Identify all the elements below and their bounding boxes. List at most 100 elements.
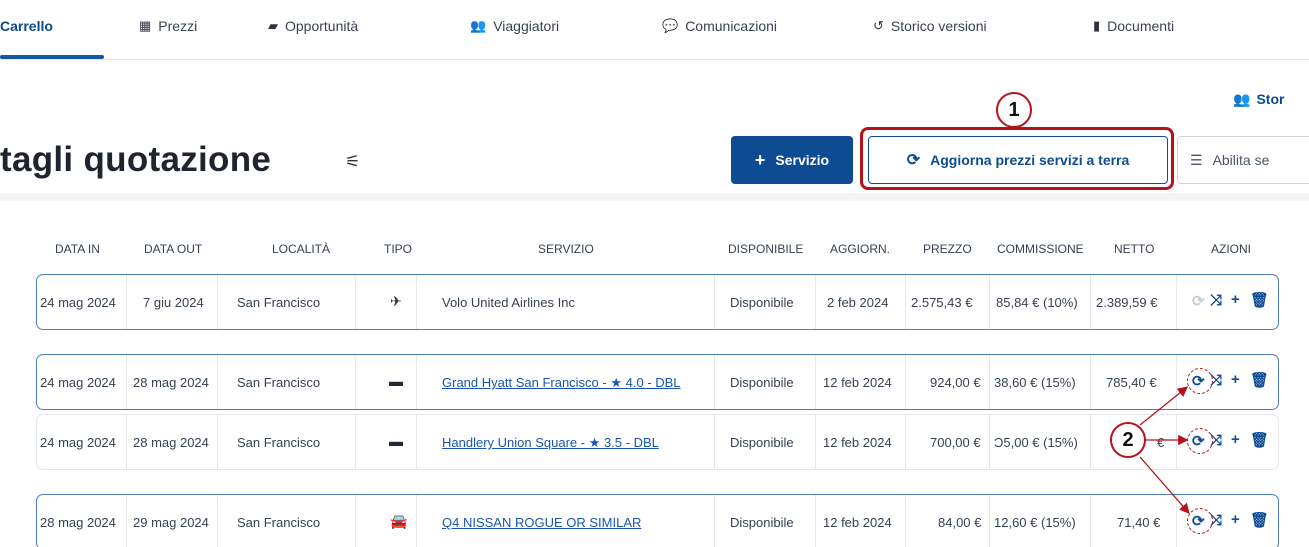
plus-icon: + (754, 149, 766, 170)
car-icon: 🚘 (390, 513, 408, 529)
tab-carrello[interactable]: Carrello (0, 18, 53, 34)
tab-documenti[interactable]: ▮ Documenti (1093, 18, 1174, 34)
cell-localita: San Francisco (237, 515, 321, 530)
page-title: tagli quotazione (0, 140, 272, 179)
annotation-ring (1187, 508, 1213, 534)
add-service-button[interactable]: + Servizio (731, 136, 853, 184)
cell-aggiorn: 12 feb 2024 (823, 435, 892, 450)
cell-disponibile: Disponibile (730, 515, 794, 530)
users-icon: 👥 (1233, 91, 1251, 107)
cell-aggiorn: 2 feb 2024 (827, 295, 889, 310)
cell-data-out: 28 mag 2024 (133, 435, 209, 450)
annotation-badge-1: 1 (996, 92, 1032, 128)
shuffle-icon[interactable]: ⤨ (1210, 292, 1222, 309)
trash-icon[interactable]: 🗑 (1250, 371, 1269, 389)
cell-prezzo: 924,00 € (930, 375, 981, 390)
plus-icon[interactable]: + (1231, 291, 1240, 308)
plus-icon[interactable]: + (1231, 371, 1240, 388)
flight-icon: ✈ (390, 293, 402, 309)
header-tipo: TIPO (384, 242, 413, 256)
annotation-ring (1187, 368, 1213, 394)
cell-commissione: 38,60 € (15%) (994, 375, 1076, 390)
header-aggiorn: AGGIORN. (830, 242, 891, 256)
tab-comunicazioni[interactable]: 💬 Comunicazioni (662, 18, 777, 34)
enable-button[interactable]: ☰ Abilita se (1177, 136, 1309, 184)
folder-icon: ▰ (268, 18, 278, 33)
cell-disponibile: Disponibile (730, 435, 794, 450)
cell-aggiorn: 12 feb 2024 (823, 375, 892, 390)
service-link[interactable]: Q4 NISSAN ROGUE OR SIMILAR (442, 515, 641, 530)
cell-disponibile: Disponibile (730, 295, 794, 310)
annotation-ring (1187, 428, 1213, 454)
cell-netto: 785,40 € (1106, 375, 1157, 390)
plus-icon[interactable]: + (1231, 511, 1240, 528)
annotation-highlight-box (860, 127, 1174, 190)
top-nav: Carrello ▦ Prezzi ▰ Opportunità 👥 Viaggi… (0, 0, 1309, 60)
calculator-icon: ▦ (139, 18, 152, 33)
trash-icon[interactable]: 🗑 (1250, 431, 1269, 449)
header-servizio: SERVIZIO (538, 242, 594, 256)
cell-data-out: 29 mag 2024 (133, 515, 209, 530)
cell-servizio: Volo United Airlines Inc (442, 295, 575, 310)
refresh-icon[interactable]: ⟳ (1192, 292, 1205, 310)
filter-settings-icon[interactable]: ⚟ (345, 152, 360, 172)
tab-label: Storico versioni (890, 18, 987, 34)
trash-icon[interactable]: 🗑 (1250, 511, 1269, 529)
header-divider (0, 193, 1309, 201)
cell-disponibile: Disponibile (730, 375, 794, 390)
table-row (36, 274, 1279, 330)
cell-data-in: 28 mag 2024 (40, 515, 116, 530)
tab-label: Carrello (0, 18, 53, 34)
annotation-badge-2: 2 (1110, 422, 1146, 458)
cell-prezzo: 84,00 € (938, 515, 982, 530)
tab-opportunita[interactable]: ▰ Opportunità (268, 18, 358, 34)
tab-label: Viaggiatori (493, 18, 560, 34)
header-prezzo: PREZZO (923, 242, 972, 256)
tab-storico-versioni[interactable]: ↺ Storico versioni (873, 18, 987, 34)
tab-label: Documenti (1107, 18, 1175, 34)
tab-label: Prezzi (158, 18, 198, 34)
cell-commissione: 85,84 € (10%) (996, 295, 1078, 310)
header-localita: LOCALITÀ (272, 242, 331, 256)
cell-localita: San Francisco (237, 375, 321, 390)
cell-commissione: Ͻ5,00 € (15%) (994, 435, 1078, 450)
add-service-label: Servizio (775, 152, 830, 168)
story-link-label: Stor (1256, 91, 1285, 107)
chat-icon: 💬 (662, 18, 679, 33)
cell-data-in: 24 mag 2024 (40, 375, 116, 390)
trash-icon[interactable]: 🗑 (1250, 291, 1269, 309)
plus-icon[interactable]: + (1231, 431, 1240, 448)
bed-icon: ▬ (389, 433, 403, 449)
document-icon: ▮ (1093, 18, 1101, 33)
tab-label: Comunicazioni (685, 18, 778, 34)
cell-prezzo: 2.575,43 € (911, 295, 973, 310)
tab-prezzi[interactable]: ▦ Prezzi (139, 18, 197, 34)
bed-icon: ▬ (389, 373, 403, 389)
cell-commissione: 12,60 € (15%) (994, 515, 1076, 530)
cell-netto: 2.389,59 € (1096, 295, 1158, 310)
cell-prezzo: 700,00 € (930, 435, 981, 450)
cell-data-in: 24 mag 2024 (40, 435, 116, 450)
cell-data-out: 7 giu 2024 (143, 295, 204, 310)
table-row (36, 494, 1279, 547)
history-icon: ↺ (873, 18, 884, 33)
cell-netto: 71,40 € (1117, 515, 1161, 530)
cell-data-out: 28 mag 2024 (133, 375, 209, 390)
header-disponibile: DISPONIBILE (728, 242, 804, 256)
header-data-out: DATA OUT (144, 242, 203, 256)
service-link[interactable]: Grand Hyatt San Francisco - ★ 4.0 - DBL (442, 375, 681, 391)
tab-label: Opportunità (285, 18, 359, 34)
service-link[interactable]: Handlery Union Square - ★ 3.5 - DBL (442, 435, 659, 451)
header-azioni: AZIONI (1211, 242, 1252, 256)
cell-data-in: 24 mag 2024 (40, 295, 116, 310)
active-tab-indicator (0, 55, 104, 59)
list-check-icon: ☰ (1190, 151, 1203, 168)
header-netto: NETTO (1114, 242, 1155, 256)
story-link[interactable]: 👥 Stor (1233, 91, 1284, 108)
tab-viaggiatori[interactable]: 👥 Viaggiatori (470, 18, 559, 34)
cell-localita: San Francisco (237, 295, 321, 310)
header-data-in: DATA IN (55, 242, 100, 256)
enable-label: Abilita se (1212, 152, 1270, 168)
cell-netto: € (1157, 435, 1165, 450)
users-icon: 👥 (470, 18, 487, 33)
